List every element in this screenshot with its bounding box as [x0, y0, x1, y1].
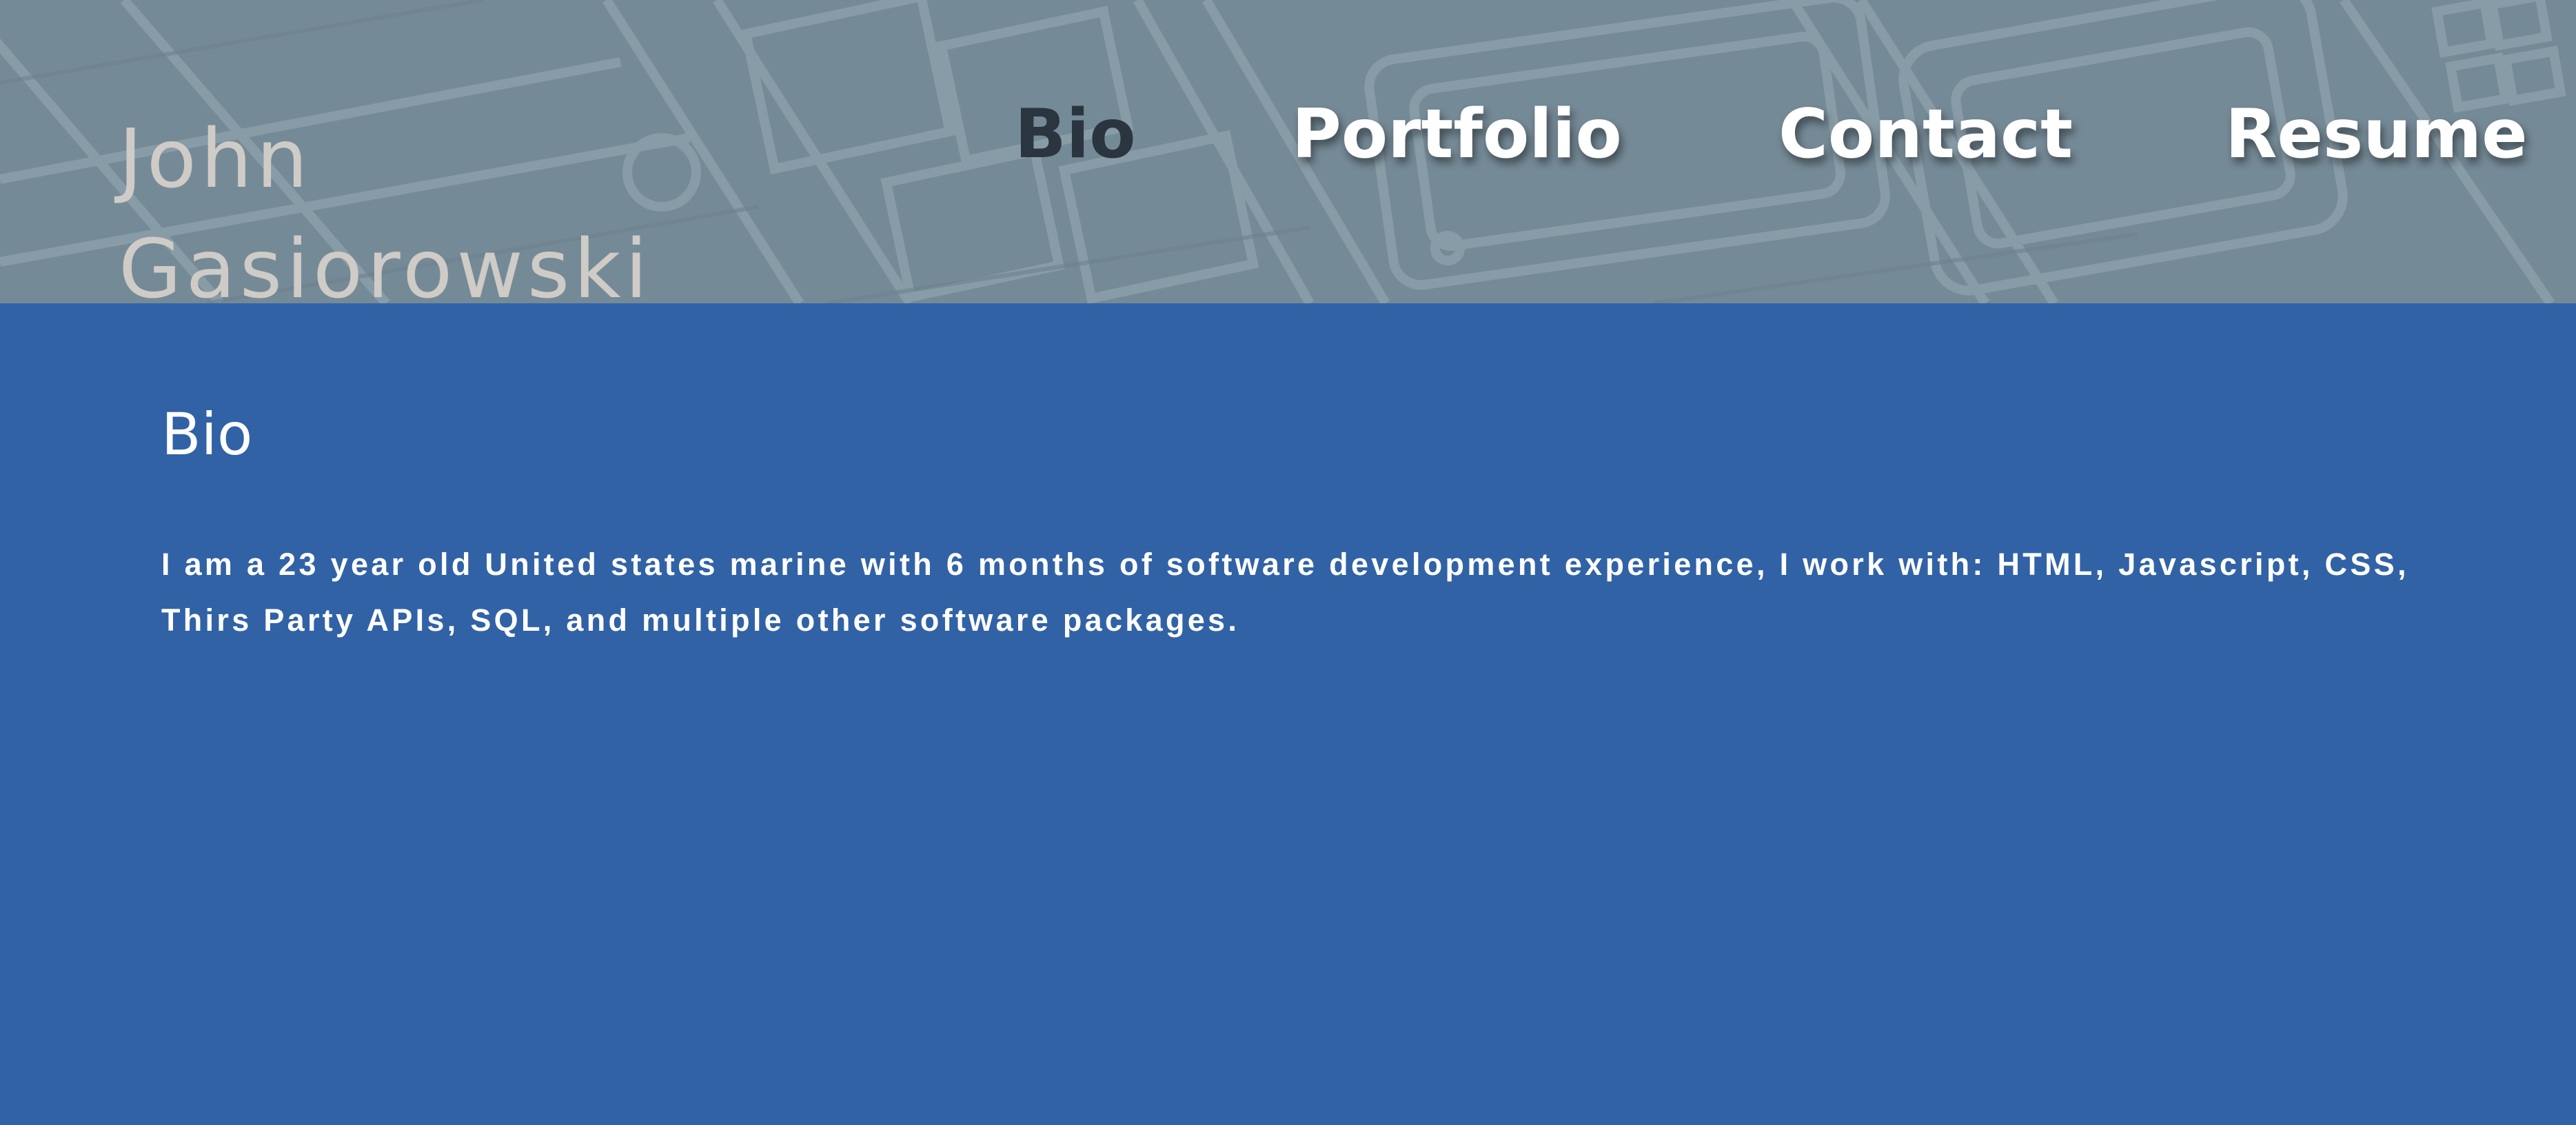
site-name-text: John Gasiorowski — [119, 111, 652, 303]
bio-paragraph: I am a 23 year old United states marine … — [161, 547, 2409, 638]
nav-link-resume[interactable]: Resume — [2225, 90, 2528, 179]
site-name: John Gasiorowski — [119, 103, 670, 303]
nav-link-portfolio[interactable]: Portfolio — [1292, 90, 1622, 179]
nav-link-bio[interactable]: Bio — [1015, 90, 1136, 179]
nav-link-contact[interactable]: Contact — [1778, 90, 2073, 179]
section-title: Bio — [161, 401, 253, 468]
site-header: John Gasiorowski Bio Portfolio Contact R… — [0, 0, 2576, 303]
